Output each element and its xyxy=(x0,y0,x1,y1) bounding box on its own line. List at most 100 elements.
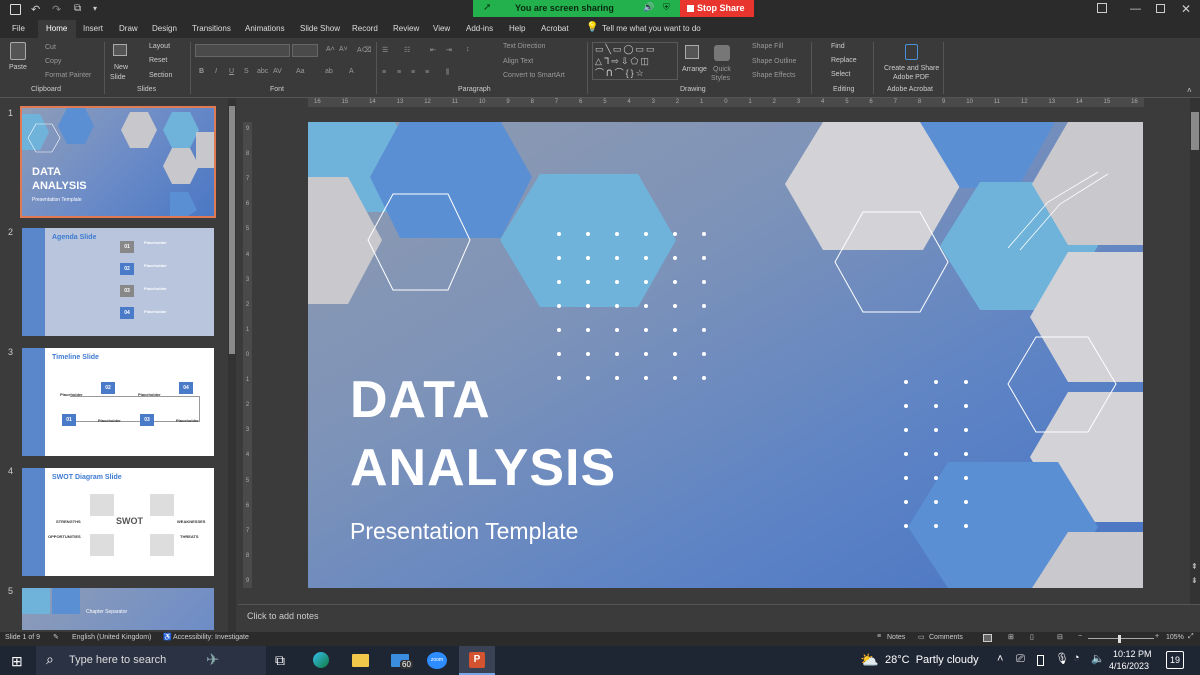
format-painter-button[interactable]: Format Painter xyxy=(45,72,91,79)
next-slide-icon[interactable]: ⇟ xyxy=(1191,576,1198,585)
slide-title-line2[interactable]: ANALYSIS xyxy=(350,438,616,498)
shapes-gallery[interactable]: ▭╲▭◯▭▭ △ᒣ⇨⇩⬠◫ ⌒ᑎ⌒{}☆ xyxy=(592,42,678,80)
clear-format-icon[interactable]: A⌫ xyxy=(357,46,372,54)
create-pdf-button-line2[interactable]: Adobe PDF xyxy=(893,74,929,81)
increase-indent-icon[interactable]: ⇥ xyxy=(446,46,452,54)
comments-button[interactable]: Comments xyxy=(929,634,963,641)
align-text-button[interactable]: Align Text xyxy=(503,58,533,65)
new-slide-button-line2[interactable]: Slide xyxy=(110,74,126,81)
tray-chevron-icon[interactable]: ˄ xyxy=(997,653,1003,665)
reset-button[interactable]: Reset xyxy=(149,57,167,64)
ribbon-display-icon[interactable] xyxy=(1097,3,1107,13)
tell-me-input[interactable]: Tell me what you want to do xyxy=(602,24,701,33)
tab-insert[interactable]: Insert xyxy=(83,24,103,33)
underline-icon[interactable]: U xyxy=(229,68,234,75)
convert-smartart-button[interactable]: Convert to SmartArt xyxy=(503,72,565,79)
new-slide-button[interactable]: New xyxy=(114,64,128,71)
font-color-icon[interactable]: A xyxy=(349,68,354,75)
tab-file[interactable]: File xyxy=(12,24,25,33)
undo-icon[interactable]: ↶ xyxy=(31,3,40,16)
audio-icon[interactable]: 🔊 xyxy=(643,2,654,13)
weather-text[interactable]: 28°C Partly cloudy xyxy=(885,654,979,666)
task-view-icon[interactable]: ⧉ xyxy=(275,652,285,669)
stop-share-button[interactable]: Stop Share xyxy=(680,0,754,17)
clock-date[interactable]: 4/16/2023 xyxy=(1109,661,1149,671)
edge-icon[interactable] xyxy=(313,652,329,668)
shadow-icon[interactable]: S xyxy=(244,68,249,75)
prev-slide-icon[interactable]: ⇞ xyxy=(1191,562,1198,571)
zoom-slider-handle[interactable] xyxy=(1118,635,1121,643)
tray-app-icon[interactable]: ⎚ xyxy=(1016,653,1025,666)
shrink-font-icon[interactable]: A˅ xyxy=(339,46,348,53)
tab-acrobat[interactable]: Acrobat xyxy=(541,24,569,33)
zoom-slider[interactable] xyxy=(1088,638,1154,639)
quick-styles-button[interactable]: Quick xyxy=(713,66,731,73)
tab-record[interactable]: Record xyxy=(352,24,378,33)
align-right-icon[interactable]: ≡ xyxy=(411,69,415,76)
find-button[interactable]: Find xyxy=(831,43,845,50)
tab-slide-show[interactable]: Slide Show xyxy=(300,24,340,33)
paste-icon[interactable] xyxy=(10,42,26,60)
decrease-indent-icon[interactable]: ⇤ xyxy=(430,46,436,54)
customize-qat-icon[interactable]: ▾ xyxy=(93,4,97,13)
numbering-icon[interactable]: ☷ xyxy=(404,46,410,54)
zoom-out-icon[interactable]: − xyxy=(1078,633,1082,640)
slide-sorter-icon[interactable]: ⊞ xyxy=(1008,633,1014,641)
slide-subtitle[interactable]: Presentation Template xyxy=(350,518,578,545)
slide-thumbnail-5[interactable]: Chapter Separator xyxy=(22,588,214,630)
tab-draw[interactable]: Draw xyxy=(119,24,138,33)
cut-button[interactable]: Cut xyxy=(45,44,56,51)
change-case-icon[interactable]: Aa xyxy=(296,68,305,75)
collapse-ribbon-icon[interactable]: ˄ xyxy=(1187,86,1192,95)
font-size-select[interactable] xyxy=(292,44,318,57)
thumbnail-scrollbar[interactable] xyxy=(228,98,236,632)
tab-animations[interactable]: Animations xyxy=(245,24,285,33)
editor-scroll-thumb[interactable] xyxy=(1191,112,1199,150)
reading-view-icon[interactable]: ▯ xyxy=(1030,633,1034,641)
restore-icon[interactable] xyxy=(1156,4,1165,13)
section-button[interactable]: Section xyxy=(149,72,172,79)
slide-thumbnail-1[interactable]: DATA ANALYSIS Presentation Template xyxy=(22,108,214,216)
slideshow-view-icon[interactable]: ⊟ xyxy=(1057,633,1063,641)
layout-button[interactable]: Layout xyxy=(149,43,170,50)
quick-styles-button-line2[interactable]: Styles xyxy=(711,75,730,82)
main-slide[interactable]: DATA ANALYSIS Presentation Template xyxy=(308,122,1143,588)
clock-time[interactable]: 10:12 PM xyxy=(1113,649,1152,659)
slide-thumbnail-4[interactable]: SWOT Diagram Slide SWOT STRENGTHS WEAKNE… xyxy=(22,468,214,576)
file-explorer-icon[interactable] xyxy=(352,654,369,667)
tab-transitions[interactable]: Transitions xyxy=(192,24,231,33)
shape-effects-button[interactable]: Shape Effects xyxy=(752,72,795,79)
font-family-select[interactable] xyxy=(195,44,290,57)
tab-add-ins[interactable]: Add-ins xyxy=(466,24,493,33)
italic-icon[interactable]: I xyxy=(215,68,217,75)
comments-icon[interactable]: ▭ xyxy=(918,633,925,641)
save-icon[interactable] xyxy=(10,4,21,15)
spelling-icon[interactable]: ✎ xyxy=(53,633,59,641)
zoom-in-icon[interactable]: + xyxy=(1155,633,1159,640)
notes-pane[interactable]: Click to add notes xyxy=(238,604,1200,632)
taskbar-search-box[interactable]: ⌕ Type here to search ✈ xyxy=(36,646,266,675)
align-left-icon[interactable]: ≡ xyxy=(382,69,386,76)
accessibility-icon[interactable]: ♿ xyxy=(163,633,172,641)
presenter-icon[interactable]: ⧉ xyxy=(74,3,81,14)
columns-icon[interactable]: ⫼ xyxy=(446,69,449,77)
redo-icon[interactable]: ↷ xyxy=(52,3,61,16)
copy-button[interactable]: Copy xyxy=(45,58,61,65)
align-center-icon[interactable]: ≡ xyxy=(397,69,401,76)
notes-placeholder[interactable]: Click to add notes xyxy=(247,611,319,621)
shape-outline-button[interactable]: Shape Outline xyxy=(752,58,796,65)
tab-view[interactable]: View xyxy=(433,24,450,33)
slide-thumbnail-2[interactable]: Agenda Slide 01 02 03 04 Placeholder Pla… xyxy=(22,228,214,336)
justify-icon[interactable]: ≡ xyxy=(425,69,429,76)
battery-icon[interactable] xyxy=(1037,655,1044,666)
minimize-icon[interactable]: — xyxy=(1130,3,1141,15)
bold-icon[interactable]: B xyxy=(199,68,204,75)
text-direction-button[interactable]: Text Direction xyxy=(503,43,545,50)
volume-icon[interactable]: 🔈 xyxy=(1091,652,1105,665)
arrange-button[interactable]: Arrange xyxy=(682,66,707,73)
tab-review[interactable]: Review xyxy=(393,24,419,33)
arrange-icon[interactable] xyxy=(685,45,699,59)
char-spacing-icon[interactable]: AV xyxy=(273,68,282,75)
strikethrough-icon[interactable]: abc xyxy=(257,68,268,75)
notification-icon[interactable]: 19 xyxy=(1166,651,1184,669)
